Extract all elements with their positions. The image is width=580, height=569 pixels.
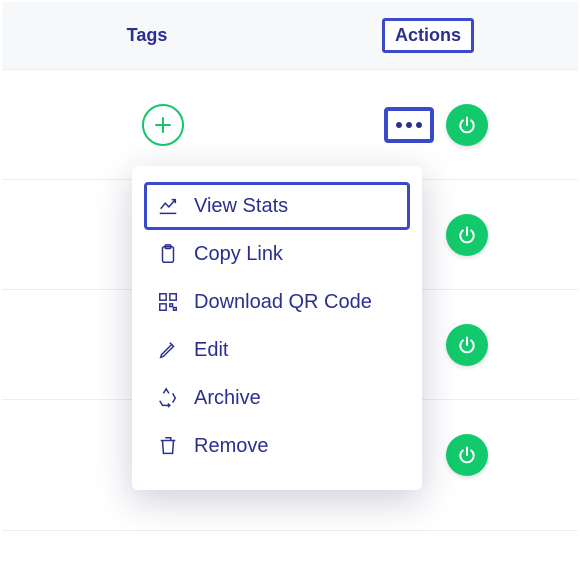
menu-item-label: Archive bbox=[194, 387, 261, 410]
column-header-tags: Tags bbox=[2, 25, 292, 46]
power-icon bbox=[457, 225, 477, 245]
qr-icon bbox=[156, 290, 180, 314]
actions-menu: View Stats Copy Link Download QR Code Ed… bbox=[132, 166, 422, 490]
toggle-active-button[interactable] bbox=[446, 434, 488, 476]
menu-item-label: Remove bbox=[194, 435, 268, 458]
menu-item-edit[interactable]: Edit bbox=[144, 326, 410, 374]
dots-icon bbox=[396, 122, 402, 128]
clipboard-icon bbox=[156, 242, 180, 266]
toggle-active-button[interactable] bbox=[446, 214, 488, 256]
more-actions-button[interactable] bbox=[384, 107, 434, 143]
menu-item-label: Download QR Code bbox=[194, 291, 372, 314]
add-tag-button[interactable] bbox=[142, 104, 184, 146]
toggle-active-button[interactable] bbox=[446, 104, 488, 146]
menu-item-remove[interactable]: Remove bbox=[144, 422, 410, 470]
power-icon bbox=[457, 445, 477, 465]
power-icon bbox=[457, 335, 477, 355]
trash-icon bbox=[156, 434, 180, 458]
column-header-actions: Actions bbox=[382, 18, 474, 53]
menu-item-label: Edit bbox=[194, 339, 228, 362]
plus-icon bbox=[155, 117, 171, 133]
power-icon bbox=[457, 115, 477, 135]
menu-item-archive[interactable]: Archive bbox=[144, 374, 410, 422]
recycle-icon bbox=[156, 386, 180, 410]
pencil-icon bbox=[156, 338, 180, 362]
table-header: Tags Actions bbox=[2, 2, 578, 70]
menu-item-copy-link[interactable]: Copy Link bbox=[144, 230, 410, 278]
menu-item-label: View Stats bbox=[194, 195, 288, 218]
menu-item-download-qr[interactable]: Download QR Code bbox=[144, 278, 410, 326]
toggle-active-button[interactable] bbox=[446, 324, 488, 366]
menu-item-label: Copy Link bbox=[194, 243, 283, 266]
menu-item-view-stats[interactable]: View Stats bbox=[144, 182, 410, 230]
stats-icon bbox=[156, 194, 180, 218]
table-row bbox=[2, 70, 578, 180]
